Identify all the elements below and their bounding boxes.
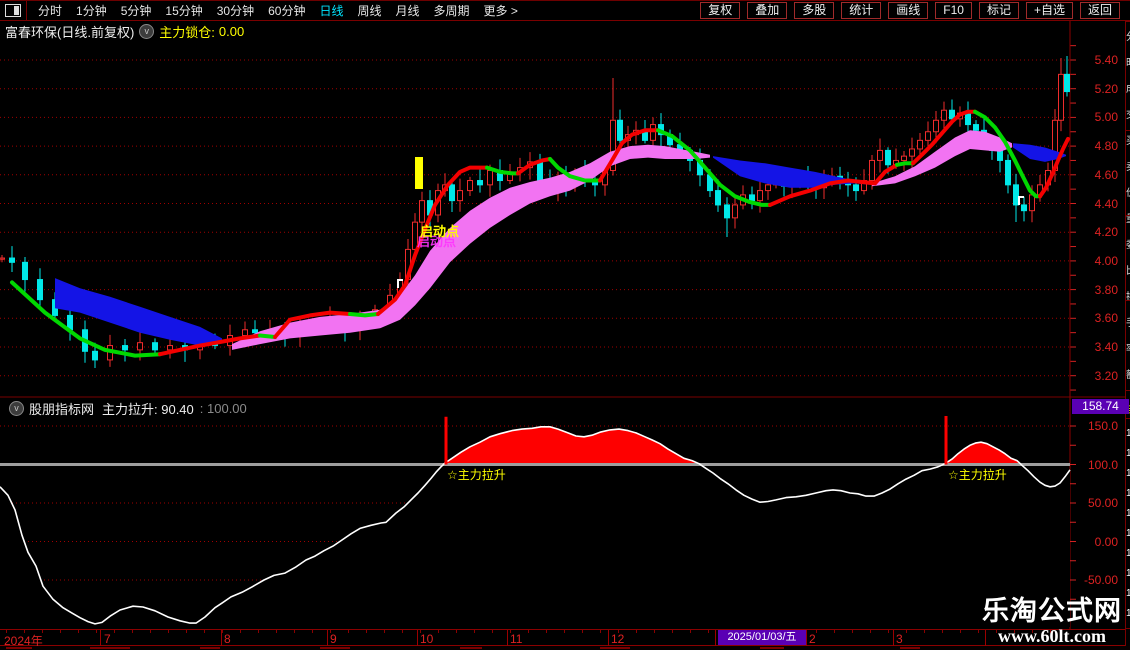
- stock-title: 富春环保(日线.前复权): [5, 24, 135, 40]
- sidebar-glyph-fragment: 分: [1126, 28, 1130, 43]
- price-axis-label: 5.00: [1094, 110, 1118, 125]
- date-axis-label: 9: [330, 632, 337, 646]
- period-tab-分时[interactable]: 分时: [38, 2, 62, 19]
- date-axis-label: 12: [611, 632, 625, 646]
- price-axis-label: 5.20: [1094, 81, 1118, 96]
- qidongdian-label-yellow: 启动点: [420, 224, 460, 239]
- sidebar-glyph-fragment: 1: [1126, 508, 1130, 519]
- date-axis-label: 3: [896, 632, 903, 646]
- toolbar-button-标记[interactable]: 标记: [978, 2, 1019, 19]
- indicator-source: 股朋指标网: [29, 401, 95, 417]
- sidebar-glyph-fragment: 买: [1126, 132, 1130, 147]
- value-axis-label: -50.00: [1083, 573, 1118, 587]
- period-tab-月线[interactable]: 月线: [396, 2, 420, 19]
- sidebar-glyph-fragment: 1: [1126, 548, 1130, 559]
- tdx-app-window: { "toolbar": { "period_tabs": [ {"label"…: [0, 0, 1130, 650]
- indicator-value: 0.00: [218, 23, 245, 39]
- bottom-toolbar-clipped: [0, 646, 1130, 650]
- toolbar-button-多股[interactable]: 多股: [794, 2, 835, 19]
- selected-date-badge: 2025/01/03/五: [718, 630, 806, 645]
- sub-panel-header: v 股朋指标网 主力拉升: 90.40 : 100.00: [4, 400, 247, 417]
- value-axis-label: 100.0: [1087, 457, 1118, 472]
- sidebar-glyph-fragment: 委: [1126, 236, 1130, 251]
- period-tabs: 分时 1分钟 5分钟 15分钟 30分钟 60分钟 日线 周线 月线 多周期 更多 >: [31, 2, 525, 19]
- toolbar-button-叠加[interactable]: 叠加: [747, 2, 788, 19]
- title-bar: 富春环保(日线.前复权) v 主力锁仓: 0.00: [5, 23, 245, 40]
- period-tab-5分钟[interactable]: 5分钟: [121, 2, 152, 19]
- toolbar-right-buttons: 复权 叠加 多股 统计 画线 F10 标记 +自选 返回: [693, 2, 1120, 19]
- sidebar-glyph-fragment: 比: [1126, 262, 1130, 277]
- signal-label: ☆主力拉升: [948, 468, 1007, 482]
- sidebar-glyph-fragment: 价: [1126, 184, 1130, 199]
- date-axis-label: 11: [510, 632, 523, 646]
- toolbar-button-返回[interactable]: 返回: [1079, 2, 1120, 19]
- period-tab-周线[interactable]: 周线: [357, 2, 381, 19]
- sidebar-glyph-fragment: 量: [1126, 210, 1130, 225]
- period-tab-多周期[interactable]: 多周期: [434, 2, 470, 19]
- sub-indicator-threshold: : 100.00: [199, 400, 247, 416]
- value-axis-label: 150.0: [1087, 419, 1118, 433]
- signal-label: ☆主力拉升: [447, 468, 506, 482]
- sidebar-glyph-fragment: 1: [1126, 528, 1130, 539]
- period-tab-1分钟[interactable]: 1分钟: [76, 2, 107, 19]
- date-axis-label: 7: [104, 632, 111, 646]
- sidebar-glyph-fragment: 时: [1126, 54, 1130, 69]
- price-axis-label: 4.60: [1094, 167, 1118, 182]
- right-sidebar-clipped[interactable]: 分时成交买卖价量委比换手率额自1111111111: [1125, 0, 1130, 650]
- toolbar-button-+自选[interactable]: +自选: [1025, 2, 1073, 19]
- date-axis: 2024年 7 8 9 10 11 12 2 3: [0, 629, 1125, 648]
- toolbar-button-统计[interactable]: 统计: [841, 2, 882, 19]
- toolbar-button-复权[interactable]: 复权: [700, 2, 741, 19]
- value-axis-label: 0.00: [1094, 534, 1118, 549]
- current-value-badge: 158.74: [1072, 399, 1129, 414]
- layout-toggle-button[interactable]: [0, 1, 27, 20]
- chevron-down-icon[interactable]: v: [139, 23, 155, 39]
- date-axis-label: 2: [809, 632, 816, 646]
- price-axis-label: 4.40: [1094, 196, 1118, 211]
- value-axis-label: 50.00: [1087, 496, 1118, 510]
- price-axis-label: 3.40: [1094, 340, 1118, 354]
- price-axis-label: 4.00: [1094, 253, 1118, 268]
- toolbar-button-F10[interactable]: F10: [935, 2, 972, 19]
- top-toolbar: 分时 1分钟 5分钟 15分钟 30分钟 60分钟 日线 周线 月线 多周期 更多 > 复权 叠加 多股…: [0, 0, 1130, 21]
- sidebar-glyph-fragment: 1: [1126, 568, 1130, 579]
- date-axis-label: 8: [224, 632, 231, 646]
- price-axis-label: 3.80: [1094, 282, 1118, 297]
- sidebar-glyph-fragment: 手: [1126, 314, 1130, 329]
- sidebar-glyph-fragment: 1: [1126, 588, 1130, 599]
- price-axis-label: 4.20: [1094, 225, 1118, 240]
- chevron-down-icon[interactable]: v: [9, 400, 24, 416]
- period-tab-更多 >[interactable]: 更多 >: [484, 2, 518, 19]
- price-axis-label: 3.60: [1094, 311, 1118, 326]
- indicator-label: 主力锁仓:: [159, 24, 215, 40]
- price-axis-label: 4.80: [1094, 139, 1118, 154]
- period-tab-15分钟[interactable]: 15分钟: [165, 2, 202, 19]
- sidebar-glyph-fragment: 卖: [1126, 158, 1130, 173]
- sidebar-glyph-fragment: 1: [1126, 448, 1130, 459]
- sidebar-glyph-fragment: 1: [1126, 428, 1130, 439]
- date-axis-label: 10: [420, 632, 434, 646]
- price-axis-label: 3.20: [1094, 368, 1118, 383]
- period-tab-日线[interactable]: 日线: [319, 2, 343, 19]
- period-tab-30分钟[interactable]: 30分钟: [217, 2, 254, 19]
- price-axis-label: 5.40: [1094, 53, 1118, 67]
- sidebar-glyph-fragment: 1: [1126, 468, 1130, 479]
- sidebar-glyph-fragment: 1: [1126, 488, 1130, 499]
- sidebar-glyph-fragment: 成: [1126, 80, 1130, 95]
- watermark-site-name: 乐淘公式网: [982, 596, 1122, 626]
- watermark-url: www.60lt.com: [998, 626, 1106, 646]
- period-tab-60分钟[interactable]: 60分钟: [268, 2, 305, 19]
- sidebar-glyph-fragment: 率: [1126, 340, 1130, 355]
- layout-icon: [5, 4, 21, 17]
- toolbar-button-画线[interactable]: 画线: [888, 2, 929, 19]
- watermark: 乐淘公式网 www.60lt.com: [982, 596, 1122, 647]
- sidebar-glyph-fragment: 1: [1126, 608, 1130, 619]
- chart-canvas[interactable]: [0, 0, 1130, 650]
- sidebar-glyph-fragment: 交: [1126, 106, 1130, 121]
- sub-indicator-value: 主力拉升: 90.40: [102, 401, 194, 417]
- sidebar-glyph-fragment: 额: [1126, 366, 1130, 381]
